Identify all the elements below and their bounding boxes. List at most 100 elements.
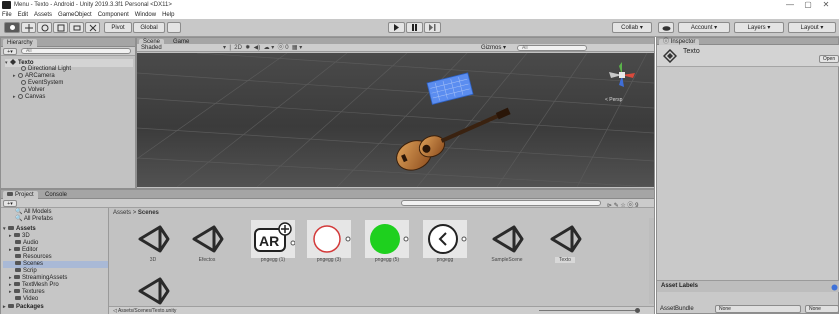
- scale-tool-icon: [57, 24, 64, 31]
- pause-icon: [412, 24, 417, 31]
- breadcrumb-root[interactable]: Assets: [113, 210, 131, 216]
- folder-icon: [14, 247, 20, 251]
- packages-root[interactable]: ▸ Packages: [3, 304, 44, 311]
- hierarchy-item[interactable]: ▸ ARCamera: [13, 73, 55, 80]
- hierarchy-item[interactable]: Volver: [21, 87, 45, 94]
- project-search-input[interactable]: [401, 200, 601, 206]
- folder-label: Audio: [23, 240, 39, 246]
- global-toggle[interactable]: Global: [133, 22, 165, 33]
- folder-item[interactable]: ▸ StreamingAssets: [9, 275, 67, 282]
- footer-path: ◁ Assets/Scenes/Texto.unity: [113, 308, 177, 314]
- tab-project[interactable]: Project: [3, 191, 38, 199]
- collab-label: Collab ▾: [621, 25, 643, 31]
- minimize-button[interactable]: —: [782, 0, 798, 9]
- create-button[interactable]: +▾: [3, 48, 17, 55]
- asset-label: pngegg (5): [374, 257, 400, 263]
- folder-item[interactable]: ▸ 3D: [9, 233, 30, 240]
- menu-file[interactable]: File: [2, 12, 12, 18]
- close-button[interactable]: ✕: [818, 0, 834, 9]
- folder-item-selected[interactable]: Scenes: [3, 261, 108, 268]
- move-tool-button[interactable]: [21, 22, 36, 33]
- scene-viewport[interactable]: < Persp: [137, 53, 654, 187]
- folder-label: StreamingAssets: [22, 275, 68, 281]
- shading-dropdown[interactable]: Shaded: [141, 44, 162, 52]
- menu-help[interactable]: Help: [162, 12, 174, 18]
- asset-item[interactable]: pngegg (3): [305, 220, 353, 268]
- layers-dropdown[interactable]: Layers ▾: [734, 22, 784, 33]
- account-label: Account ▾: [690, 25, 718, 31]
- assets-root[interactable]: ▾ Assets: [3, 226, 36, 233]
- packages-label: Packages: [16, 304, 44, 310]
- favorite-item[interactable]: 🔍 All Models: [15, 209, 52, 216]
- asset-bundle-dropdown[interactable]: None: [715, 305, 801, 313]
- folder-item[interactable]: ▸ TextMesh Pro: [9, 282, 59, 289]
- breadcrumb-leaf[interactable]: Scenes: [138, 210, 159, 216]
- inspector-header: Texto Open: [657, 45, 839, 67]
- unity-scene-icon: [10, 59, 16, 65]
- folder-item[interactable]: ▸ Textures: [9, 289, 45, 296]
- asset-item[interactable]: AR pngegg (1): [249, 220, 297, 268]
- unity-scene-icon: [138, 277, 170, 305]
- hierarchy-item[interactable]: ▸ Canvas: [13, 94, 45, 101]
- asset-grid-scrollbar[interactable]: [649, 218, 654, 304]
- asset-item-selected[interactable]: Texto: [541, 220, 589, 268]
- menu-assets[interactable]: Assets: [34, 12, 52, 18]
- collab-button[interactable]: Collab ▾: [612, 22, 652, 33]
- folder-label: Editor: [22, 247, 38, 253]
- folder-item[interactable]: Video: [15, 296, 38, 303]
- hierarchy-item[interactable]: EventSystem: [21, 80, 63, 87]
- hierarchy-item[interactable]: Directional Light: [21, 66, 71, 73]
- open-button[interactable]: Open: [819, 55, 839, 63]
- tab-project-label: Project: [15, 192, 34, 198]
- play-button[interactable]: [388, 22, 405, 33]
- pivot-toggle[interactable]: Pivot: [104, 22, 132, 33]
- rotate-tool-button[interactable]: [37, 22, 52, 33]
- menu-window[interactable]: Window: [135, 12, 156, 18]
- gizmos-dropdown[interactable]: Gizmos ▾: [481, 44, 506, 52]
- asset-item[interactable]: 3D: [129, 220, 177, 268]
- tab-console[interactable]: Console: [41, 191, 71, 199]
- asset-label: pngegg (3): [316, 257, 342, 263]
- hierarchy-search-input[interactable]: All: [21, 48, 131, 54]
- folder-item[interactable]: ▸ Editor: [9, 247, 38, 254]
- scene-mode-toggles[interactable]: ▾ | 2D ✹ ◀) ☁ ▾ ⓞ 0 ▦ ▾: [223, 44, 302, 52]
- maximize-button[interactable]: ▢: [800, 0, 816, 9]
- asset-item[interactable]: pngegg: [421, 220, 469, 268]
- tab-hierarchy[interactable]: Hierarchy: [3, 39, 37, 47]
- inspector-object-name: Texto: [683, 48, 700, 55]
- folder-item[interactable]: Audio: [15, 240, 38, 247]
- step-button[interactable]: [424, 22, 441, 33]
- rect-tool-button[interactable]: [69, 22, 84, 33]
- tag-icon[interactable]: [831, 284, 838, 291]
- pause-button[interactable]: [406, 22, 423, 33]
- transform-tool-button[interactable]: [85, 22, 100, 33]
- account-dropdown[interactable]: Account ▾: [678, 22, 730, 33]
- asset-item[interactable]: pngegg (5): [363, 220, 411, 268]
- asset-item[interactable]: SampleScene: [483, 220, 531, 268]
- folder-item[interactable]: Resources: [15, 254, 52, 261]
- cloud-button[interactable]: [658, 22, 674, 33]
- asset-bundle-variant-dropdown[interactable]: None: [805, 305, 839, 313]
- menu-component[interactable]: Component: [98, 12, 129, 18]
- mode-2d-toggle[interactable]: 2D: [234, 45, 242, 51]
- thumbnail-size-slider[interactable]: [539, 310, 639, 311]
- folder-icon: [15, 261, 21, 265]
- scene-search-input[interactable]: All: [517, 45, 587, 51]
- project-filter-icons[interactable]: ⊳ ✎ ☆ ⓞ 9: [607, 200, 638, 209]
- move-tool-icon: [24, 23, 33, 32]
- unity-logo-icon: [2, 1, 11, 9]
- transform-tool-icon: [89, 24, 96, 31]
- favorite-item[interactable]: 🔍 All Prefabs: [15, 216, 53, 223]
- folder-item[interactable]: Scrip: [15, 268, 37, 275]
- hand-tool-button[interactable]: [4, 22, 20, 33]
- asset-item[interactable]: Efectos: [183, 220, 231, 268]
- menu-gameobject[interactable]: GameObject: [58, 12, 92, 18]
- project-create-button[interactable]: +▾: [3, 200, 17, 207]
- layout-dropdown[interactable]: Layout ▾: [788, 22, 836, 33]
- slider-handle[interactable]: [635, 308, 640, 313]
- hierarchy-item-label: Volver: [28, 87, 45, 93]
- favorite-label: All Models: [23, 209, 52, 215]
- scale-tool-button[interactable]: [53, 22, 68, 33]
- custom-tool-button[interactable]: [167, 22, 181, 33]
- menu-edit[interactable]: Edit: [18, 12, 28, 18]
